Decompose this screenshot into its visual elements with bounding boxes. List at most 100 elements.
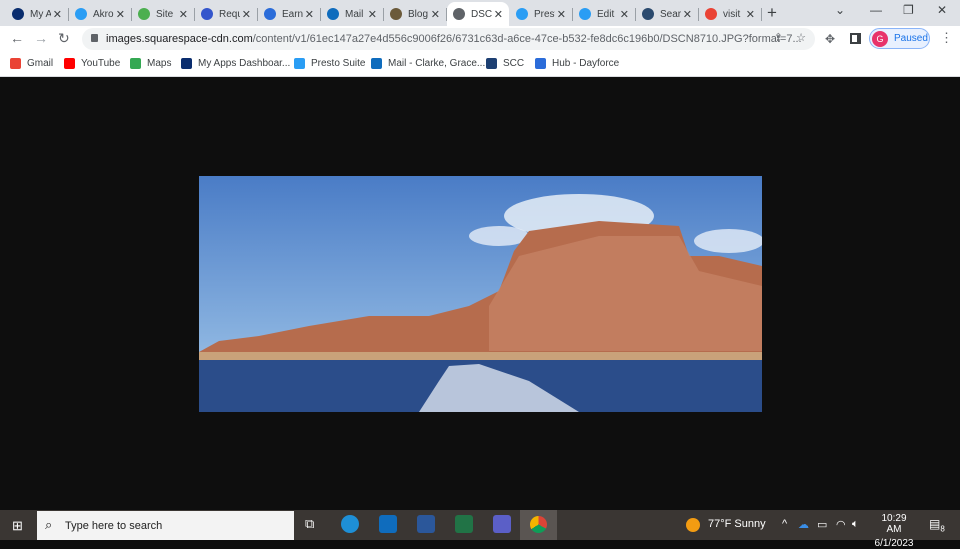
close-tab-icon[interactable]: ✕	[368, 8, 377, 21]
restore-button[interactable]: ❐	[903, 3, 914, 17]
close-window-button[interactable]: ✕	[937, 3, 947, 17]
task-view-icon[interactable]: ⧉	[305, 516, 314, 532]
taskbar-search-input[interactable]: ⌕ Type here to search	[37, 511, 294, 540]
tab-0[interactable]: My Apps✕	[6, 2, 69, 26]
wifi-icon[interactable]: ◠	[836, 518, 846, 531]
bookmark-5[interactable]: Mail - Clarke, Grace...	[371, 58, 485, 69]
bookmark-label: Presto Suite	[311, 58, 366, 69]
tab-label: My Apps	[30, 8, 51, 20]
tray-chevron-icon[interactable]: ^	[782, 518, 787, 530]
address-bar[interactable]: images.squarespace-cdn.com/content/v1/61…	[82, 28, 815, 50]
battery-icon[interactable]: ▭	[817, 518, 827, 531]
bookmark-4[interactable]: Presto Suite	[294, 58, 365, 69]
tab-3[interactable]: Request✕	[195, 2, 258, 26]
bookmark-label: My Apps Dashboar...	[198, 58, 291, 69]
close-tab-icon[interactable]: ✕	[431, 8, 440, 21]
lock-icon	[91, 34, 98, 42]
bookmark-label: Maps	[147, 58, 172, 69]
blog-icon	[390, 8, 402, 20]
bookmark-favicon-icon	[64, 58, 75, 69]
new-tab-button[interactable]: +	[767, 3, 777, 23]
close-tab-icon[interactable]: ✕	[620, 8, 629, 21]
forward-button[interactable]: →	[34, 30, 48, 46]
teams-icon[interactable]	[493, 515, 511, 533]
close-tab-icon[interactable]: ✕	[683, 8, 692, 21]
bookmark-1[interactable]: YouTube	[64, 58, 120, 69]
extensions-icon[interactable]: ✥	[825, 32, 835, 46]
tab-6[interactable]: Blog ✕	[384, 2, 447, 26]
tab-2[interactable]: Site ✕	[132, 2, 195, 26]
share-icon[interactable]: ⇪	[774, 31, 783, 44]
chrome-taskbar-button[interactable]	[520, 510, 557, 540]
tab-label: Request	[219, 8, 240, 20]
bookmark-label: Mail - Clarke, Grace...	[388, 58, 486, 69]
notifications-icon[interactable]: ▤8	[929, 517, 945, 533]
weather-sun-icon[interactable]	[686, 518, 700, 532]
bookmark-2[interactable]: Maps	[130, 58, 171, 69]
excel-icon[interactable]	[455, 515, 473, 533]
bookmark-favicon-icon	[130, 58, 141, 69]
url-host: images.squarespace-cdn.com	[106, 33, 253, 45]
windows-start-icon[interactable]: ⊞	[12, 518, 23, 534]
onedrive-icon[interactable]: ☁	[798, 518, 809, 531]
weather-text[interactable]: 77°F Sunny	[708, 518, 766, 530]
bookmark-favicon-icon	[486, 58, 497, 69]
tab-label: Search	[660, 8, 681, 20]
outlook-icon	[327, 8, 339, 20]
tab-9[interactable]: Edit ✕	[573, 2, 636, 26]
tab-8[interactable]: Presto✕	[510, 2, 573, 26]
presto-icon	[516, 8, 528, 20]
tab-search-chevron-icon[interactable]: ⌄	[835, 3, 845, 17]
tab-5[interactable]: Mail ✕	[321, 2, 384, 26]
tab-strip: + ⌄ — ❐ ✕ My Apps✕Akron✕Site✕Request✕Ear…	[0, 0, 960, 26]
outlook-icon[interactable]	[379, 515, 397, 533]
reload-button[interactable]: ↻	[58, 30, 70, 47]
minimize-button[interactable]: —	[870, 3, 882, 17]
close-tab-icon[interactable]: ✕	[53, 8, 62, 21]
bookmark-label: SCC	[503, 58, 525, 69]
tab-label: Site	[156, 8, 174, 20]
clock[interactable]: 10:29 AM 6/1/2023	[874, 513, 914, 549]
bookmark-favicon-icon	[10, 58, 21, 69]
url-path: /content/v1/61ec147a27e4d556c9006f26/673…	[252, 33, 802, 45]
tab-1[interactable]: Akron✕	[69, 2, 132, 26]
bookmark-favicon-icon	[181, 58, 192, 69]
seal-icon	[642, 8, 654, 20]
bookmark-favicon-icon	[294, 58, 305, 69]
bookmark-label: YouTube	[81, 58, 121, 69]
close-tab-icon[interactable]: ✕	[242, 8, 251, 21]
profile-status: Paused	[894, 33, 928, 44]
profile-button[interactable]: G Paused	[869, 28, 930, 49]
close-tab-icon[interactable]: ✕	[116, 8, 125, 21]
back-button[interactable]: ←	[10, 30, 24, 46]
close-tab-icon[interactable]: ✕	[746, 8, 755, 21]
tree-icon	[138, 8, 150, 20]
close-tab-icon[interactable]: ✕	[557, 8, 566, 21]
close-tab-icon[interactable]: ✕	[494, 8, 503, 21]
tab-11[interactable]: visit ✕	[699, 2, 762, 26]
edge-icon[interactable]	[341, 515, 359, 533]
bookmark-6[interactable]: SCC	[486, 58, 524, 69]
menu-icon[interactable]: ⋮	[940, 30, 953, 46]
tab-label: Akron	[93, 8, 114, 20]
search-placeholder: Type here to search	[65, 519, 163, 532]
tab-4[interactable]: Earnings✕	[258, 2, 321, 26]
bookmark-7[interactable]: Hub - Dayforce	[535, 58, 619, 69]
volume-icon[interactable]: 🔈︎	[852, 518, 859, 531]
side-panel-icon[interactable]	[850, 33, 861, 44]
photo-lake-cliffs	[199, 176, 762, 412]
bookmark-3[interactable]: My Apps Dashboar...	[181, 58, 290, 69]
word-icon[interactable]	[417, 515, 435, 533]
bookmark-favicon-icon	[371, 58, 382, 69]
tab-10[interactable]: Search✕	[636, 2, 699, 26]
presto-icon	[579, 8, 591, 20]
avatar: G	[872, 30, 888, 47]
close-tab-icon[interactable]: ✕	[305, 8, 314, 21]
bookmark-0[interactable]: Gmail	[10, 58, 53, 69]
tab-label: DSCN8710.JPG	[471, 8, 492, 20]
hw-icon	[201, 8, 213, 20]
bookmark-label: Hub - Dayforce	[552, 58, 620, 69]
tab-7[interactable]: DSCN8710.JPG✕	[447, 2, 509, 26]
star-icon[interactable]: ☆	[796, 31, 806, 44]
close-tab-icon[interactable]: ✕	[179, 8, 188, 21]
